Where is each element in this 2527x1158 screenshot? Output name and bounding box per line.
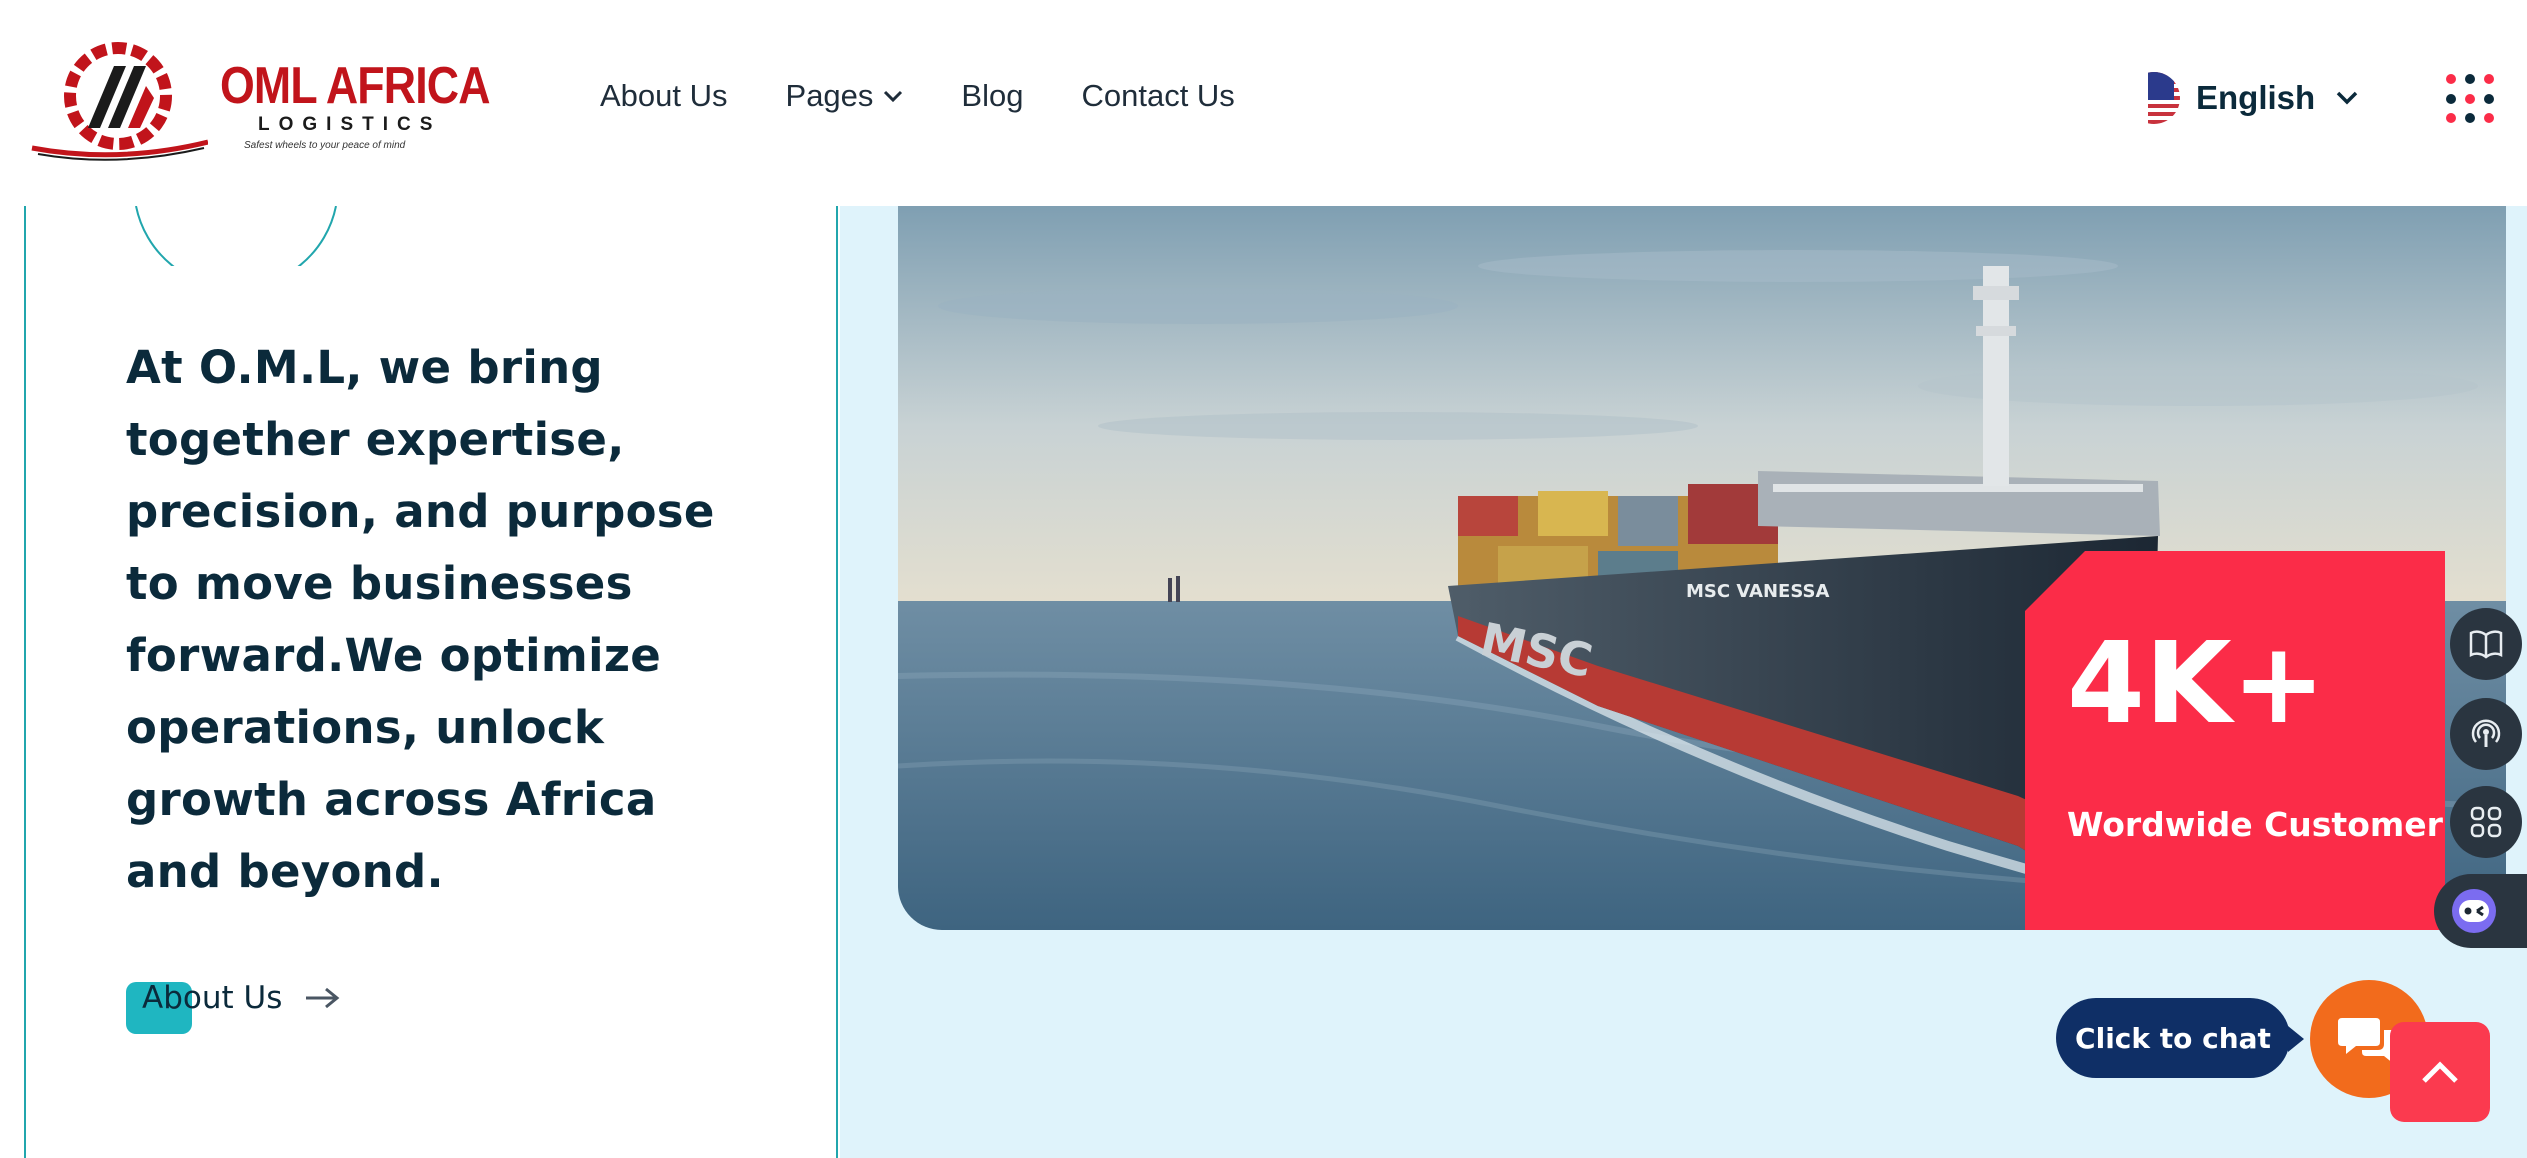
scroll-to-top-button[interactable] bbox=[2390, 1022, 2490, 1122]
click-to-chat-button[interactable]: Click to chat bbox=[2056, 998, 2290, 1078]
brand-name: OML AFRICA bbox=[220, 57, 490, 115]
broadcast-icon[interactable] bbox=[2450, 698, 2522, 770]
customer-stat-card: 4K+ Wordwide Customer bbox=[2025, 551, 2445, 930]
menu-dots-icon[interactable] bbox=[2446, 74, 2496, 124]
about-us-link-label: About Us bbox=[142, 980, 283, 1016]
apps-grid-icon[interactable] bbox=[2450, 786, 2522, 858]
nav-pages-label: Pages bbox=[785, 78, 874, 113]
main-nav: About Us Pages Blog Contact Us bbox=[600, 78, 1293, 114]
chat-pointer bbox=[2288, 1026, 2304, 1052]
chevron-down-icon bbox=[884, 90, 903, 103]
bot-face-icon[interactable] bbox=[2434, 874, 2527, 948]
us-flag-icon bbox=[2128, 72, 2180, 124]
nav-pages[interactable]: Pages bbox=[786, 78, 904, 114]
brand-logo[interactable]: OML AFRICA LOGISTICS Safest wheels to yo… bbox=[28, 36, 490, 162]
language-selector[interactable]: English bbox=[2128, 72, 2359, 124]
chevron-down-icon bbox=[2336, 91, 2358, 105]
nav-contact-us-label: Contact Us bbox=[1081, 78, 1235, 113]
decorative-arc bbox=[135, 206, 337, 266]
panel-divider bbox=[24, 206, 26, 1158]
book-icon[interactable] bbox=[2450, 608, 2522, 680]
nav-blog-label: Blog bbox=[961, 78, 1024, 113]
about-us-link[interactable]: About Us bbox=[126, 980, 340, 1034]
chevron-up-icon bbox=[2422, 1061, 2458, 1083]
logo-emblem-icon bbox=[31, 42, 209, 161]
brand-tagline: Safest wheels to your peace of mind bbox=[244, 140, 406, 151]
stat-value: 4K+ bbox=[2067, 619, 2326, 749]
nav-contact-us[interactable]: Contact Us bbox=[1081, 78, 1234, 114]
brand-subtitle: LOGISTICS bbox=[258, 114, 442, 135]
nav-about-us-label: About Us bbox=[600, 78, 728, 113]
stat-label: Wordwide Customer bbox=[2067, 805, 2443, 844]
nav-blog[interactable]: Blog bbox=[961, 78, 1023, 114]
arrow-right-icon bbox=[306, 987, 340, 1009]
about-headline: At O.M.L, we bring together expertise, p… bbox=[126, 341, 715, 898]
ship-name-text: MSC VANESSA bbox=[1686, 581, 1829, 602]
nav-about-us[interactable]: About Us bbox=[600, 78, 728, 114]
language-label: English bbox=[2196, 79, 2316, 116]
panel-divider bbox=[836, 206, 838, 1158]
site-header: OML AFRICA LOGISTICS Safest wheels to yo… bbox=[0, 0, 2527, 206]
